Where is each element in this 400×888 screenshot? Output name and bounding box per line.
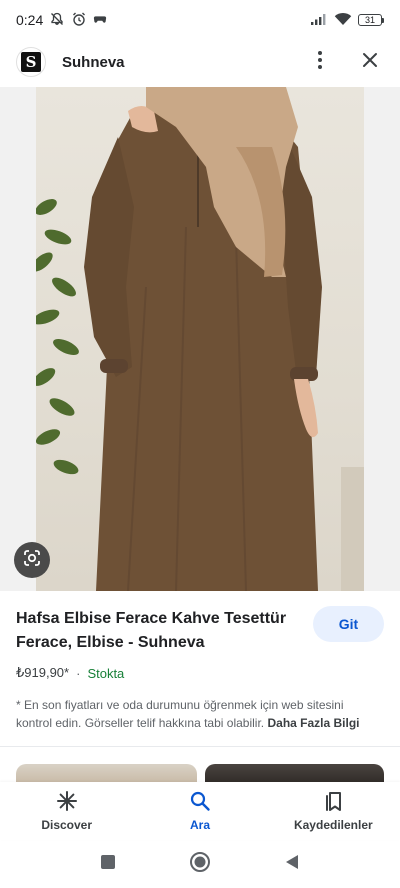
price-row: ₺919,90* · Stokta xyxy=(16,665,124,681)
recents-icon[interactable] xyxy=(99,853,117,876)
game-controller-icon xyxy=(93,12,107,29)
related-image-2[interactable] xyxy=(205,764,384,784)
status-time: 0:24 xyxy=(16,12,44,28)
alarm-icon xyxy=(71,11,87,30)
disclaimer: * En son fiyatları ve oda durumunu öğren… xyxy=(16,696,376,732)
site-logo[interactable]: S xyxy=(16,47,46,77)
dress-illustration xyxy=(36,87,364,591)
separator-dot: · xyxy=(76,665,81,681)
close-icon xyxy=(362,52,378,73)
close-button[interactable] xyxy=(356,48,384,76)
system-navigation xyxy=(0,840,400,888)
nav-discover[interactable]: Discover xyxy=(0,782,133,840)
nav-discover-label: Discover xyxy=(41,818,93,832)
mute-icon xyxy=(49,11,65,30)
battery-level: 31 xyxy=(358,14,382,26)
price: ₺919,90* xyxy=(16,665,70,680)
nav-saved-label: Kaydedilenler xyxy=(293,818,373,832)
home-icon[interactable] xyxy=(189,851,211,878)
more-options-button[interactable] xyxy=(306,48,334,76)
search-icon xyxy=(189,790,211,815)
more-vert-icon xyxy=(317,50,323,75)
visit-button[interactable]: Git xyxy=(313,606,384,642)
signal-icon xyxy=(310,12,328,29)
stock-status: Stokta xyxy=(87,665,125,681)
more-info-link[interactable]: Daha Fazla Bilgi xyxy=(267,716,359,730)
product-image-area[interactable] xyxy=(0,87,400,591)
nav-saved[interactable]: Kaydedilenler xyxy=(267,782,400,840)
battery-icon: 31 xyxy=(358,14,384,26)
bookmarks-icon xyxy=(322,790,344,815)
nav-search-label: Ara xyxy=(189,818,210,832)
site-logo-letter: S xyxy=(21,52,41,72)
status-bar: 0:24 31 xyxy=(0,0,400,40)
bottom-navigation: Discover Ara Kaydedilenler xyxy=(0,782,400,840)
product-title[interactable]: Hafsa Elbise Ferace Kahve Tesettür Ferac… xyxy=(16,607,306,655)
nav-search[interactable]: Ara xyxy=(133,782,266,840)
result-header: S Suhneva xyxy=(0,40,400,84)
google-lens-icon xyxy=(22,548,42,573)
wifi-icon xyxy=(334,12,352,29)
lens-button[interactable] xyxy=(14,542,50,578)
divider xyxy=(0,746,400,747)
related-image-1[interactable] xyxy=(16,764,197,784)
product-photo[interactable] xyxy=(36,87,364,591)
site-name[interactable]: Suhneva xyxy=(62,54,125,71)
asterisk-icon xyxy=(56,790,78,815)
back-icon[interactable] xyxy=(283,853,301,876)
